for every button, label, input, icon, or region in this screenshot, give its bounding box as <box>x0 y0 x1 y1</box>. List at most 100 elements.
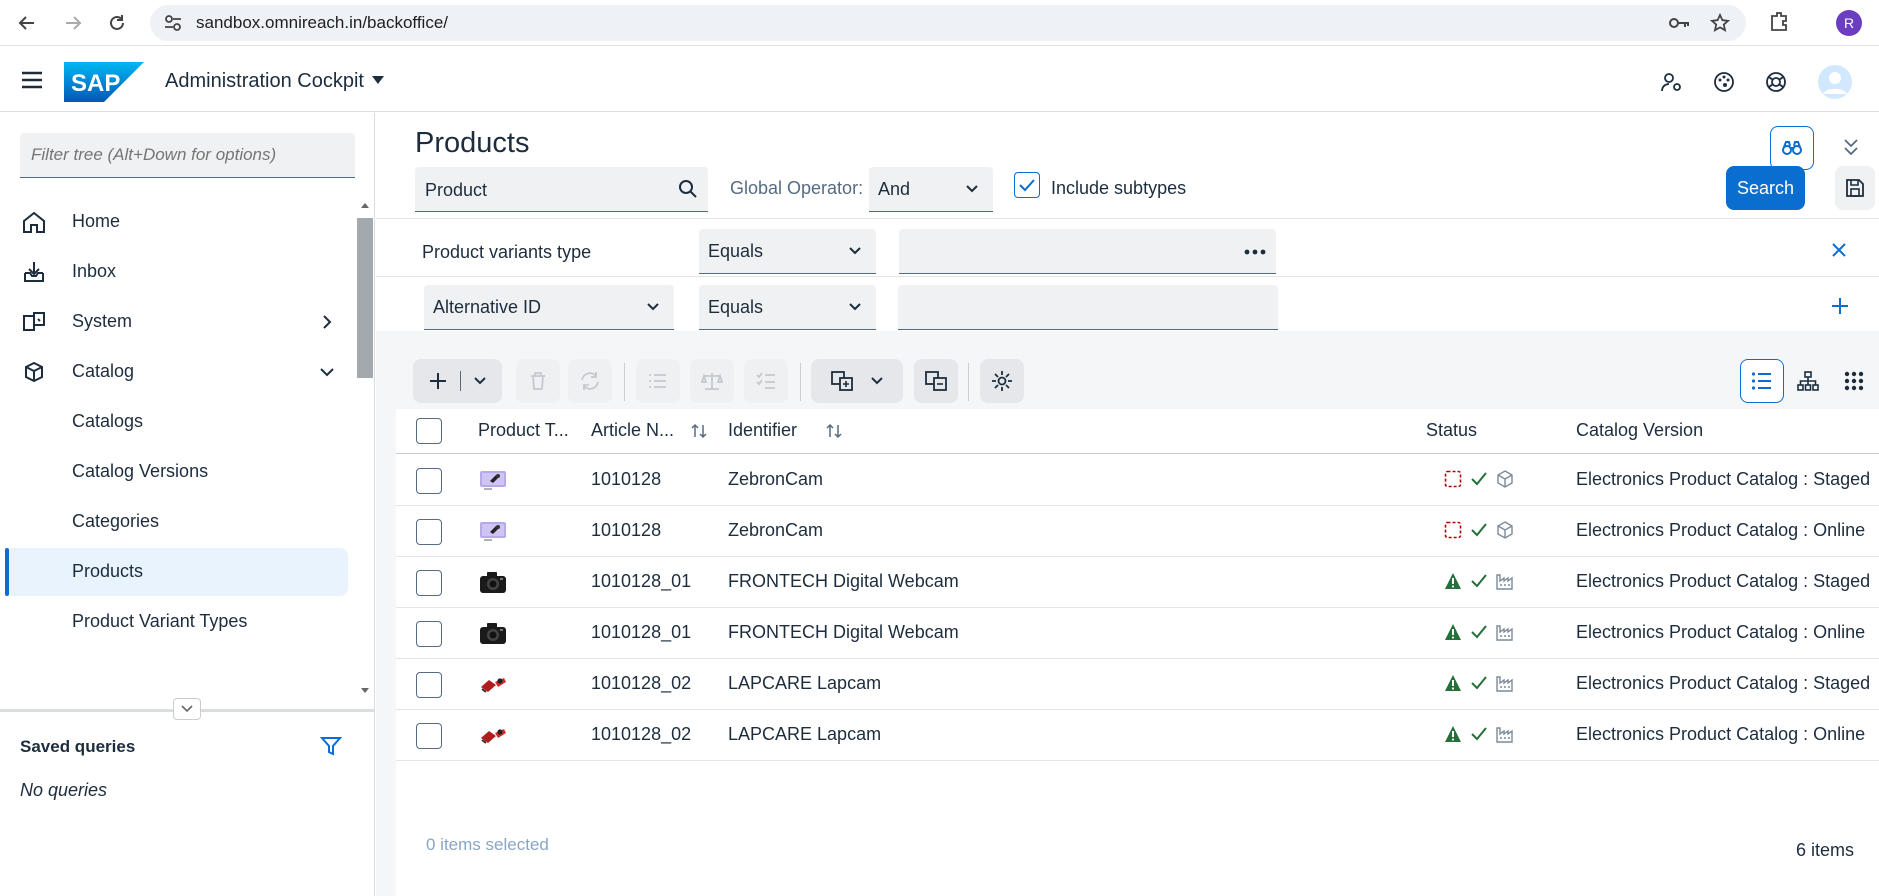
advanced-search-button[interactable] <box>1770 126 1814 170</box>
list-view-button[interactable] <box>1740 359 1784 403</box>
condition-value-field[interactable] <box>898 285 1278 330</box>
forward-icon[interactable] <box>58 8 88 38</box>
compare-button[interactable] <box>690 359 734 403</box>
sidebar-item-inbox[interactable]: Inbox <box>6 248 348 296</box>
add-condition-icon[interactable] <box>1830 296 1850 316</box>
site-settings-icon[interactable] <box>164 14 182 32</box>
include-subtypes-label[interactable]: Include subtypes <box>1051 178 1186 199</box>
row-checkbox[interactable] <box>416 468 442 494</box>
approved-check-icon <box>1471 523 1487 537</box>
app-title[interactable]: Administration Cockpit <box>165 70 364 93</box>
no-queries-text: No queries <box>20 780 108 800</box>
select-all-checkbox[interactable] <box>416 418 442 444</box>
approved-check-icon <box>1471 625 1487 639</box>
grid-view-button[interactable] <box>1832 359 1876 403</box>
sync-icon[interactable] <box>830 370 854 392</box>
row-checkbox[interactable] <box>416 519 442 545</box>
url-text[interactable]: sandbox.omnireach.in/backoffice/ <box>196 13 448 33</box>
delete-button[interactable] <box>516 359 560 403</box>
column-header-identifier[interactable]: Identifier <box>728 420 797 441</box>
search-icon[interactable] <box>678 179 698 199</box>
sort-icon[interactable] <box>826 423 842 439</box>
search-button[interactable]: Search <box>1726 166 1805 210</box>
product-thumbnail <box>478 518 508 544</box>
sidebar-scroll-thumb[interactable] <box>357 218 373 378</box>
include-subtypes-checkbox[interactable] <box>1014 172 1040 198</box>
table-row[interactable]: 1010128 ZebronCam Electronics Product Cata… <box>396 506 1879 557</box>
article-number-cell: 1010128_01 <box>591 622 692 642</box>
browser-profile-avatar[interactable]: R <box>1836 10 1862 36</box>
sidebar-item-products[interactable]: Products <box>5 548 348 596</box>
extensions-icon[interactable] <box>1768 10 1790 32</box>
filter-icon[interactable] <box>320 735 342 757</box>
sync-split-button[interactable] <box>811 359 903 403</box>
panel-resize-handle[interactable] <box>173 698 201 720</box>
divider <box>376 218 1879 219</box>
condition-field-select[interactable]: Alternative ID <box>424 285 674 330</box>
chevron-down-icon[interactable] <box>870 376 884 386</box>
sidebar-item-system[interactable]: System <box>6 298 348 346</box>
item-count: 6 items <box>1795 840 1854 860</box>
help-support-icon[interactable] <box>1765 71 1787 93</box>
address-bar[interactable]: sandbox.omnireach.in/backoffice/ <box>150 5 1746 41</box>
row-checkbox[interactable] <box>416 672 442 698</box>
results-toolbar <box>396 349 1879 409</box>
filter-tree-input[interactable] <box>20 133 355 178</box>
theme-palette-icon[interactable] <box>1713 71 1735 93</box>
bulk-edit-button[interactable] <box>636 359 680 403</box>
table-row[interactable]: 1010128_02 LAPCARE Lapcam Electronics Prod… <box>396 659 1879 710</box>
more-options-icon[interactable] <box>1244 249 1266 255</box>
table-row[interactable]: 1010128_01 FRONTECH Digital Webcam Electro… <box>396 557 1879 608</box>
row-checkbox[interactable] <box>416 570 442 596</box>
sap-logo: SAP <box>64 62 144 102</box>
checklist-button[interactable] <box>744 359 788 403</box>
plus-icon[interactable] <box>428 371 448 391</box>
sidebar-item-home[interactable]: Home <box>6 198 348 246</box>
create-split-button[interactable] <box>413 359 502 403</box>
column-header-product-type[interactable]: Product T... <box>478 420 569 441</box>
sync-status-button[interactable] <box>914 359 958 403</box>
article-number-cell: 1010128_02 <box>591 724 692 744</box>
sidebar-item-product-variant-types[interactable]: Product Variant Types <box>6 598 348 646</box>
type-search-field[interactable]: Product <box>415 167 708 212</box>
warning-icon <box>1444 674 1462 692</box>
sidebar-item-catalogs[interactable]: Catalogs <box>6 398 348 446</box>
caret-down-icon[interactable] <box>372 76 384 84</box>
condition-value-field[interactable] <box>899 229 1276 274</box>
column-header-catalog-version[interactable]: Catalog Version <box>1576 420 1703 441</box>
column-header-article-number[interactable]: Article N... <box>591 420 674 441</box>
column-settings-button[interactable] <box>980 359 1024 403</box>
refresh-button[interactable] <box>568 359 612 403</box>
reload-icon[interactable] <box>102 8 132 38</box>
table-row[interactable]: 1010128_01 FRONTECH Digital Webcam Electro… <box>396 608 1879 659</box>
sidebar-item-catalog[interactable]: Catalog <box>6 348 348 396</box>
identifier-cell: ZebronCam <box>728 520 824 540</box>
user-avatar[interactable] <box>1817 64 1853 100</box>
table-row[interactable]: 1010128_02 LAPCARE Lapcam Electronics Prod… <box>396 710 1879 761</box>
sort-icon[interactable] <box>691 423 707 439</box>
product-thumbnail <box>478 620 508 646</box>
chevron-down-icon[interactable] <box>473 376 487 386</box>
status-cell <box>1444 470 1514 488</box>
bookmark-star-icon[interactable] <box>1710 13 1730 33</box>
sidebar-item-catalog-versions[interactable]: Catalog Versions <box>6 448 348 496</box>
tree-view-button[interactable] <box>1786 359 1830 403</box>
sidebar-item-categories[interactable]: Categories <box>6 498 348 546</box>
condition-operator-select[interactable]: Equals <box>699 285 876 330</box>
hamburger-menu-icon[interactable] <box>20 70 44 90</box>
chevron-down-icon <box>318 363 336 381</box>
row-checkbox[interactable] <box>416 621 442 647</box>
chevron-down-icon <box>647 303 659 311</box>
table-row[interactable]: 1010128 ZebronCam Electronics Product Cata… <box>396 455 1879 506</box>
condition-operator-select[interactable]: Equals <box>699 229 876 274</box>
remove-condition-icon[interactable] <box>1830 241 1848 259</box>
product-thumbnail <box>478 722 508 748</box>
collapse-header-button[interactable] <box>1843 137 1859 157</box>
back-icon[interactable] <box>12 8 42 38</box>
row-checkbox[interactable] <box>416 723 442 749</box>
global-operator-select[interactable]: And <box>869 167 993 212</box>
password-key-icon[interactable] <box>1668 13 1690 33</box>
column-header-status[interactable]: Status <box>1426 420 1477 441</box>
user-settings-icon[interactable] <box>1661 71 1683 93</box>
save-query-button[interactable] <box>1835 166 1875 210</box>
